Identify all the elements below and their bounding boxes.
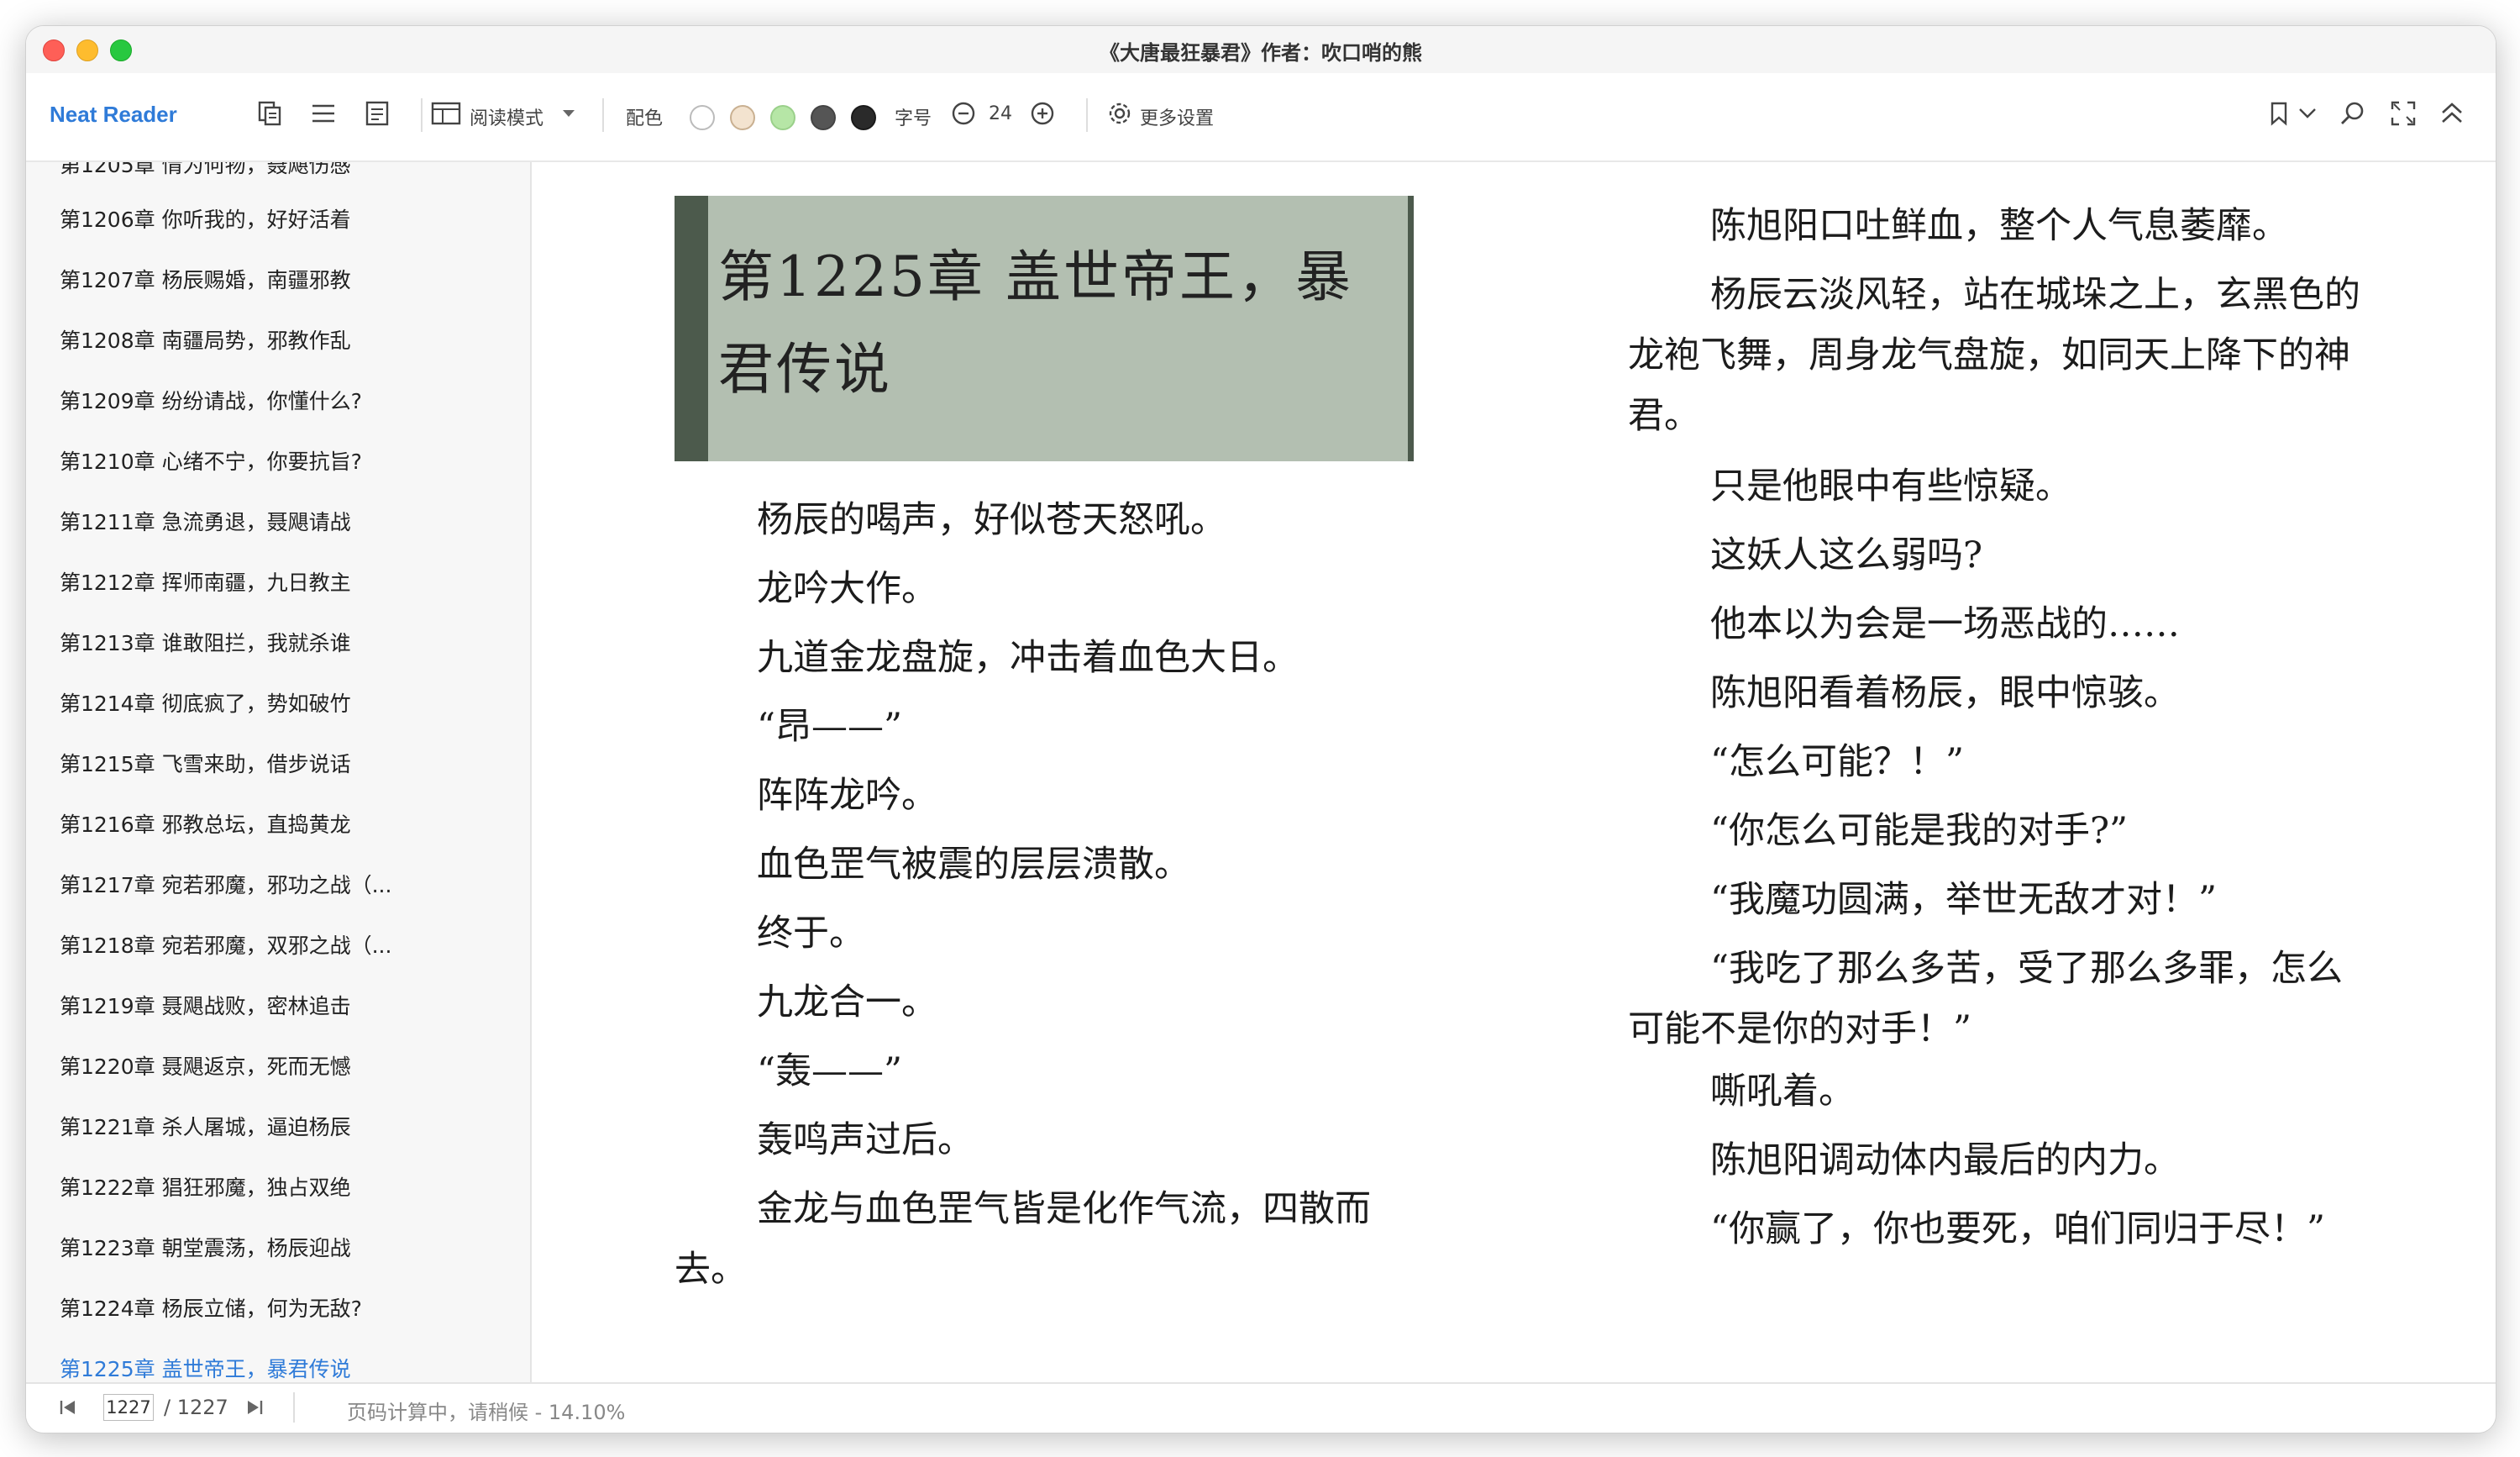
page-number-input[interactable]: 1227 xyxy=(103,1394,154,1421)
toc-item[interactable]: 第1207章 杨辰赐婚，南疆邪教 xyxy=(60,266,351,295)
toc-item[interactable]: 第1210章 心绪不宁，你要抗旨? xyxy=(60,448,362,476)
total-pages: / 1227 xyxy=(164,1396,228,1419)
paragraph: 金龙与血色罡气皆是化作气流，四散而去。 xyxy=(675,1188,1371,1291)
toc-item[interactable]: 第1216章 邪教总坛，直捣黄龙 xyxy=(60,811,351,839)
paragraph: 杨辰的喝声，好似苍天怒吼。 xyxy=(757,499,1226,541)
decrease-font-icon[interactable] xyxy=(948,95,979,132)
paragraph: 阵阵龙吟。 xyxy=(757,775,937,817)
more-settings-button[interactable]: 更多设置 xyxy=(1140,103,1214,130)
color-swatch-gray[interactable] xyxy=(811,105,836,130)
chapter-heading-box: 第1225章 盖世帝王，暴君传说 xyxy=(675,196,1414,461)
list-icon[interactable] xyxy=(305,95,342,132)
toc-item[interactable]: 第1212章 挥师南疆，九日教主 xyxy=(60,569,351,597)
chevron-down-icon[interactable] xyxy=(2294,95,2321,132)
chapter-heading-bar xyxy=(675,196,708,461)
chapter-heading-edge xyxy=(1408,196,1414,461)
toc-item[interactable]: 第1223章 朝堂震荡，杨辰迎战 xyxy=(60,1234,351,1263)
font-size-label: 字号 xyxy=(895,108,932,129)
title-bar: 《大唐最狂暴君》作者：吹口哨的熊 xyxy=(26,26,2496,73)
paragraph: 这妖人这么弱吗? xyxy=(1710,534,1983,576)
toolbar-divider xyxy=(602,98,604,132)
table-of-contents: 第1205章 情为何物，聂飓伤感 第1206章 你听我的，好好活着 第1207章… xyxy=(26,162,532,1384)
window-title: 《大唐最狂暴君》作者：吹口哨的熊 xyxy=(1100,41,1422,65)
paragraph: 终于。 xyxy=(757,913,865,955)
toc-item[interactable]: 第1219章 聂飓战败，密林追击 xyxy=(60,992,351,1021)
chapter-title: 第1225章 盖世帝王，暴君传说 xyxy=(718,245,1353,402)
notes-icon[interactable] xyxy=(359,95,396,132)
paragraph: “你怎么可能是我的对手?” xyxy=(1710,810,2129,852)
toc-item-current[interactable]: 第1225章 盖世帝王，暴君传说 xyxy=(60,1355,351,1384)
paragraph: 轰鸣声过后。 xyxy=(757,1119,974,1161)
paragraph: 嘶吼着。 xyxy=(1710,1070,1855,1112)
first-page-icon[interactable] xyxy=(55,1394,81,1421)
search-icon[interactable] xyxy=(2334,95,2371,132)
paragraph: “怎么可能？！” xyxy=(1710,741,1964,783)
color-swatch-green[interactable] xyxy=(770,105,795,130)
progress-status: 页码计算中，请稍候 - 14.10% xyxy=(347,1401,626,1424)
toc-item[interactable]: 第1215章 飞雪来助，借步说话 xyxy=(60,750,351,779)
status-bar: 1227 / 1227 页码计算中，请稍候 - 14.10% xyxy=(26,1382,2496,1433)
toc-item[interactable]: 第1218章 宛若邪魔，双邪之战（... xyxy=(60,932,391,960)
collapse-toolbar-icon[interactable] xyxy=(2433,95,2470,132)
toc-item[interactable]: 第1220章 聂飓返京，死而无憾 xyxy=(60,1053,351,1081)
toc-item[interactable]: 第1217章 宛若邪魔，邪功之战（... xyxy=(60,871,391,900)
toc-item[interactable]: 第1209章 纷纷请战，你懂什么? xyxy=(60,387,362,416)
gear-icon[interactable] xyxy=(1103,95,1137,132)
paragraph: 陈旭阳调动体内最后的内力。 xyxy=(1710,1139,2180,1181)
chevron-down-icon[interactable] xyxy=(559,95,579,132)
toc-item[interactable]: 第1214章 彻底疯了，势如破竹 xyxy=(60,690,351,718)
fullscreen-icon[interactable] xyxy=(2385,95,2422,132)
toolbar-divider xyxy=(1086,98,1088,132)
paragraph: 龙吟大作。 xyxy=(757,568,937,610)
paragraph: “我吃了那么多苦，受了那么多罪，怎么可能不是你的对手！” xyxy=(1628,948,2343,1050)
paragraph: 杨辰云淡风轻，站在城垛之上，玄黑色的龙袍飞舞，周身龙气盘旋，如同天上降下的神君。 xyxy=(1628,274,2360,437)
paragraph: “昂——” xyxy=(757,706,902,748)
app-window: 《大唐最狂暴君》作者：吹口哨的熊 Neat Reader 阅读模式 配色 字号 xyxy=(25,25,2496,1433)
app-brand: Neat Reader xyxy=(50,102,177,127)
statusbar-divider xyxy=(293,1392,295,1423)
toc-item[interactable]: 第1222章 猖狂邪魔，独占双绝 xyxy=(60,1174,351,1202)
paragraph: “你赢了，你也要死，咱们同归于尽！” xyxy=(1710,1208,2325,1250)
font-size-value: 24 xyxy=(989,103,1012,124)
toc-item[interactable]: 第1213章 谁敢阻拦，我就杀谁 xyxy=(60,629,351,658)
reading-mode-icon[interactable] xyxy=(421,95,471,132)
paragraph: 九道金龙盘旋，冲击着血色大日。 xyxy=(757,637,1299,679)
reading-pane: 第1225章 盖世帝王，暴君传说 杨辰的喝声，好似苍天怒吼。 龙吟大作。 九道金… xyxy=(532,162,2496,1384)
paragraph: 陈旭阳口吐鲜血，整个人气息萎靡。 xyxy=(1710,205,2288,247)
paragraph: 九龙合一。 xyxy=(757,981,937,1023)
color-scheme-label: 配色 xyxy=(626,108,664,129)
color-swatch-white[interactable] xyxy=(690,105,715,130)
paragraph: “我魔功圆满，举世无敌才对！” xyxy=(1710,879,2217,921)
paragraph: “轰——” xyxy=(757,1050,902,1092)
color-swatch-black[interactable] xyxy=(851,105,876,130)
reading-mode-dropdown[interactable]: 阅读模式 xyxy=(470,103,543,130)
paragraph: 陈旭阳看着杨辰，眼中惊骇。 xyxy=(1710,672,2180,714)
toc-item[interactable]: 第1208章 南疆局势，邪教作乱 xyxy=(60,327,351,355)
toc-item[interactable]: 第1206章 你听我的，好好活着 xyxy=(60,206,351,234)
toc-item[interactable]: 第1224章 杨辰立储，何为无敌? xyxy=(60,1295,362,1323)
last-page-icon[interactable] xyxy=(241,1394,268,1421)
toolbar: Neat Reader 阅读模式 配色 字号 24 更多设置 xyxy=(26,73,2496,162)
color-swatch-sepia[interactable] xyxy=(730,105,755,130)
toc-item[interactable]: 第1211章 急流勇退，聂飓请战 xyxy=(60,508,351,537)
paragraph: 只是他眼中有些惊疑。 xyxy=(1710,466,2071,508)
paragraph: 他本以为会是一场恶战的…… xyxy=(1710,603,2180,645)
toc-item-partial[interactable]: 第1205章 情为何物，聂飓伤感 xyxy=(60,162,351,179)
paragraph: 血色罡气被震的层层溃散。 xyxy=(757,844,1190,886)
copy-icon[interactable] xyxy=(251,95,288,132)
increase-font-icon[interactable] xyxy=(1027,95,1058,132)
toc-item[interactable]: 第1221章 杀人屠城，逼迫杨辰 xyxy=(60,1113,351,1142)
bookmark-icon[interactable] xyxy=(2264,95,2294,132)
